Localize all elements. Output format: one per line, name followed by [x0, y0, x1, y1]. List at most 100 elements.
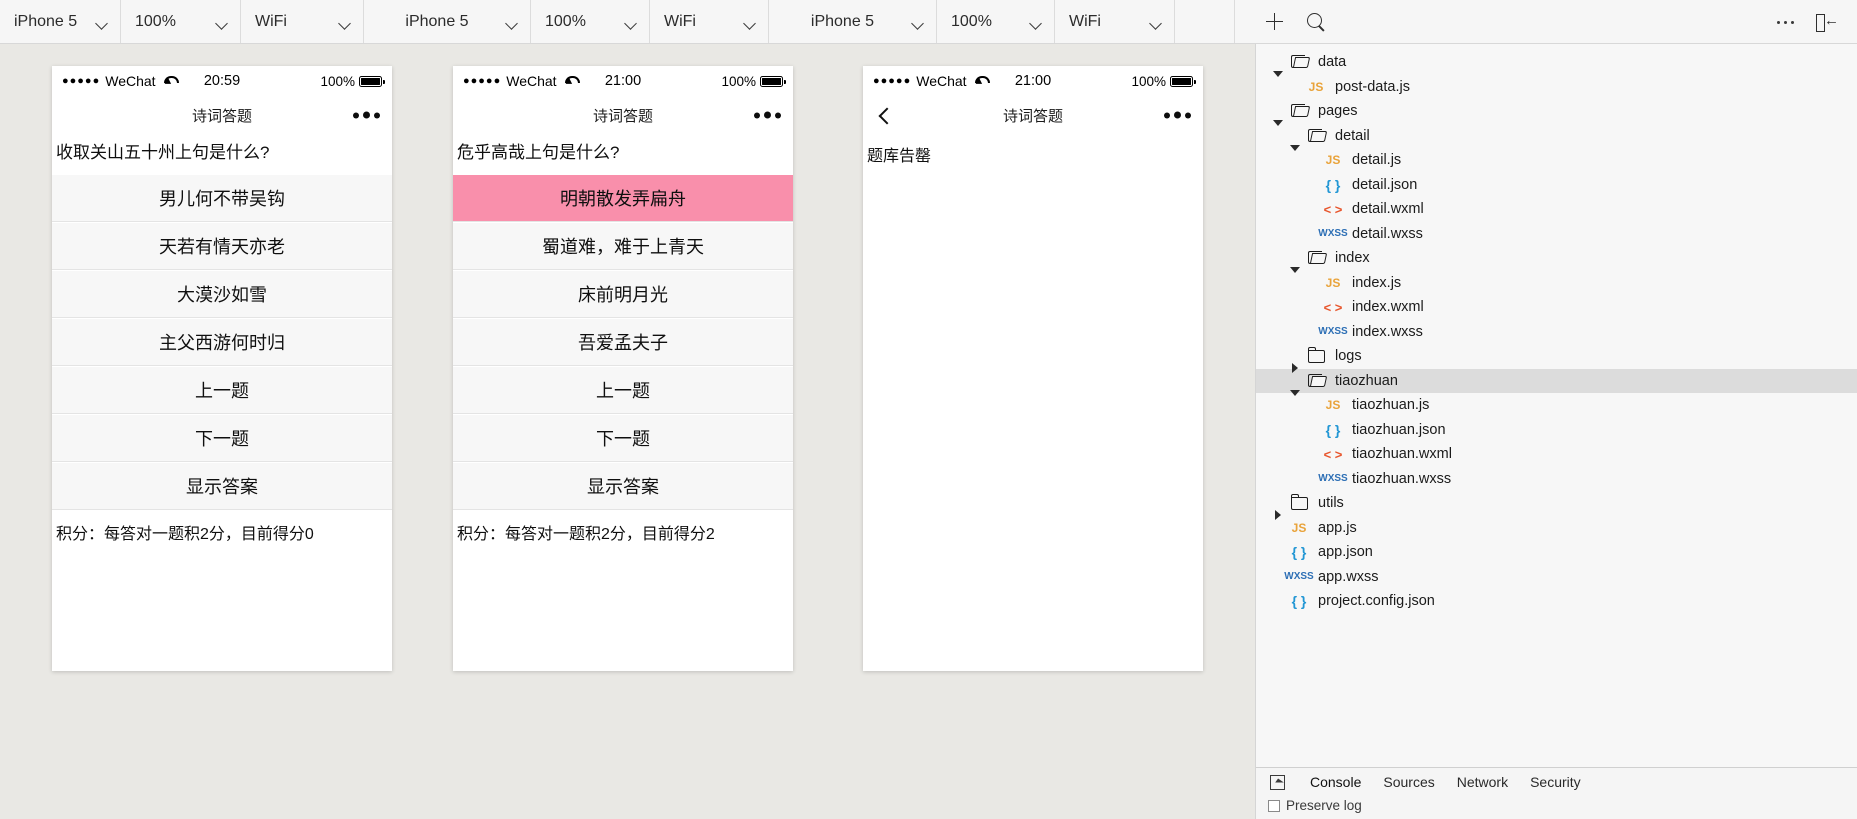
option-button[interactable]: 主父西游何时归	[52, 318, 392, 367]
file-tree-row[interactable]: index	[1256, 246, 1857, 274]
chevron-down-icon	[744, 15, 758, 29]
file-tree-row[interactable]: logs	[1256, 344, 1857, 374]
folder-open-icon	[1286, 104, 1312, 118]
zoom-selector-2[interactable]: 100%	[531, 0, 650, 43]
preserve-log-checkbox[interactable]	[1268, 799, 1280, 812]
wxml-file-icon: < >	[1320, 300, 1346, 315]
file-name-label: detail.wxss	[1352, 225, 1423, 242]
status-left: ●●●●● WeChat	[62, 72, 180, 89]
option-label: 显示答案	[186, 477, 258, 498]
preserve-log-label: Preserve log	[1286, 798, 1362, 813]
nav-more-icon[interactable]	[353, 111, 380, 119]
more-options-icon[interactable]	[1771, 7, 1801, 37]
file-tree-row[interactable]: JS detail.js	[1256, 148, 1857, 173]
file-tree-row[interactable]: JS app.js	[1256, 516, 1857, 541]
device-selector-1[interactable]: iPhone 5	[0, 0, 121, 43]
devtools-tab-network[interactable]: Network	[1447, 770, 1518, 796]
option-button[interactable]: 吾爱孟夫子	[453, 318, 793, 367]
answer-option-list: 明朝散发弄扁舟 蜀道难，难于上青天 床前明月光 吾爱孟夫子 上一题 下一题 显示答案	[453, 174, 793, 511]
file-tree-row[interactable]: WXSS index.wxss	[1256, 320, 1857, 345]
top-toolbar: iPhone 5 100% WiFi iPhone 5 100% WiFi iPhone 5…	[0, 0, 1857, 44]
file-tree-row[interactable]: WXSS app.wxss	[1256, 565, 1857, 590]
option-button[interactable]: 蜀道难，难于上青天	[453, 222, 793, 271]
file-tree-row[interactable]: WXSS tiaozhuan.wxss	[1256, 467, 1857, 492]
file-name-label: tiaozhuan.wxss	[1352, 470, 1452, 487]
network-selector-1[interactable]: WiFi	[241, 0, 364, 43]
status-left: ●●●●● WeChat	[873, 72, 991, 89]
option-button[interactable]: 显示答案	[52, 462, 392, 511]
devtools-tab-security[interactable]: Security	[1520, 770, 1591, 796]
nav-bar: 诗词答题	[453, 96, 793, 134]
file-tree-row[interactable]: data	[1256, 50, 1857, 78]
file-tree-row[interactable]: { } tiaozhuan.json	[1256, 418, 1857, 443]
option-button[interactable]: 男儿何不带吴钩	[52, 174, 392, 223]
json-badge: { }	[1325, 421, 1341, 438]
file-tree-row[interactable]: { } detail.json	[1256, 173, 1857, 198]
option-button[interactable]: 下一题	[52, 414, 392, 463]
file-tree-row[interactable]: JS tiaozhuan.js	[1256, 393, 1857, 418]
js-file-icon: JS	[1286, 521, 1312, 535]
js-badge: JS	[1325, 398, 1341, 413]
search-icon[interactable]	[1299, 7, 1333, 37]
option-button[interactable]: 床前明月光	[453, 270, 793, 319]
file-tree-row[interactable]: pages	[1256, 99, 1857, 127]
file-tree-row[interactable]: { } app.json	[1256, 540, 1857, 565]
file-tree-row[interactable]: tiaozhuan	[1256, 368, 1857, 396]
file-tree-row[interactable]: detail	[1256, 124, 1857, 151]
js-badge: JS	[1291, 520, 1307, 535]
option-button[interactable]: 大漠沙如雪	[52, 270, 392, 319]
plus-icon[interactable]	[1257, 7, 1291, 37]
file-tree-row[interactable]: < > tiaozhuan.wxml	[1256, 442, 1857, 467]
file-tree-row[interactable]: WXSS detail.wxss	[1256, 222, 1857, 247]
file-tree-row[interactable]: < > detail.wxml	[1256, 197, 1857, 222]
option-label: 主父西游何时归	[159, 333, 285, 354]
file-explorer-tree[interactable]: data JS post-data.js pages detail JS detail.js…	[1256, 44, 1857, 767]
battery-icon	[359, 75, 385, 87]
signal-dots-icon: ●●●●●	[62, 75, 101, 87]
chevron-down-icon	[96, 15, 110, 29]
device-selector-2[interactable]: iPhone 5	[364, 0, 531, 43]
option-button[interactable]: 天若有情天亦老	[52, 222, 392, 271]
wifi-icon	[163, 72, 180, 88]
inspect-element-icon[interactable]	[1266, 772, 1292, 794]
file-tree-row[interactable]: { } project.config.json	[1256, 589, 1857, 614]
wxml-badge: < >	[1323, 201, 1343, 217]
option-button[interactable]: 明朝散发弄扁舟	[453, 174, 793, 223]
file-tree-row[interactable]: utils	[1256, 491, 1857, 521]
battery-icon	[1170, 75, 1196, 87]
network-selector-3-label: WiFi	[1069, 12, 1101, 30]
file-tree-row[interactable]: JS post-data.js	[1256, 75, 1857, 100]
option-button[interactable]: 上一题	[52, 366, 392, 415]
file-tree-row[interactable]: JS index.js	[1256, 271, 1857, 296]
devtools-tab-sources[interactable]: Sources	[1373, 770, 1444, 796]
device-selector-3[interactable]: iPhone 5	[769, 0, 937, 43]
zoom-selector-3[interactable]: 100%	[937, 0, 1055, 43]
devtools-tab-console[interactable]: Console	[1300, 770, 1371, 796]
wxss-badge: WXSS	[1318, 228, 1348, 240]
json-badge: { }	[1291, 544, 1307, 561]
option-button[interactable]: 上一题	[453, 366, 793, 415]
option-button[interactable]: 显示答案	[453, 462, 793, 511]
folder-glyph	[1308, 251, 1324, 265]
option-button[interactable]: 下一题	[453, 414, 793, 463]
page-title: 诗词答题	[1002, 107, 1063, 125]
network-selector-2[interactable]: WiFi	[650, 0, 769, 43]
nav-bar: 诗词答题	[52, 96, 392, 134]
battery-percent-label: 100%	[1131, 73, 1166, 89]
dock-panel-icon[interactable]	[1811, 7, 1841, 37]
file-name-label: tiaozhuan	[1335, 372, 1398, 389]
file-name-label: detail.json	[1352, 176, 1418, 193]
js-badge: JS	[1325, 153, 1341, 168]
network-selector-3[interactable]: WiFi	[1055, 0, 1175, 43]
folder-glyph	[1291, 55, 1307, 69]
folder-glyph	[1291, 494, 1308, 511]
chevron-down-icon	[339, 15, 353, 29]
folder-open-icon	[1303, 251, 1329, 265]
zoom-selector-1[interactable]: 100%	[121, 0, 241, 43]
battery-icon	[760, 75, 786, 87]
file-tree-row[interactable]: < > index.wxml	[1256, 295, 1857, 320]
file-name-label: index	[1335, 250, 1370, 267]
nav-more-icon[interactable]	[754, 111, 781, 119]
nav-more-icon[interactable]	[1164, 111, 1191, 119]
back-arrow-icon[interactable]	[877, 108, 891, 122]
